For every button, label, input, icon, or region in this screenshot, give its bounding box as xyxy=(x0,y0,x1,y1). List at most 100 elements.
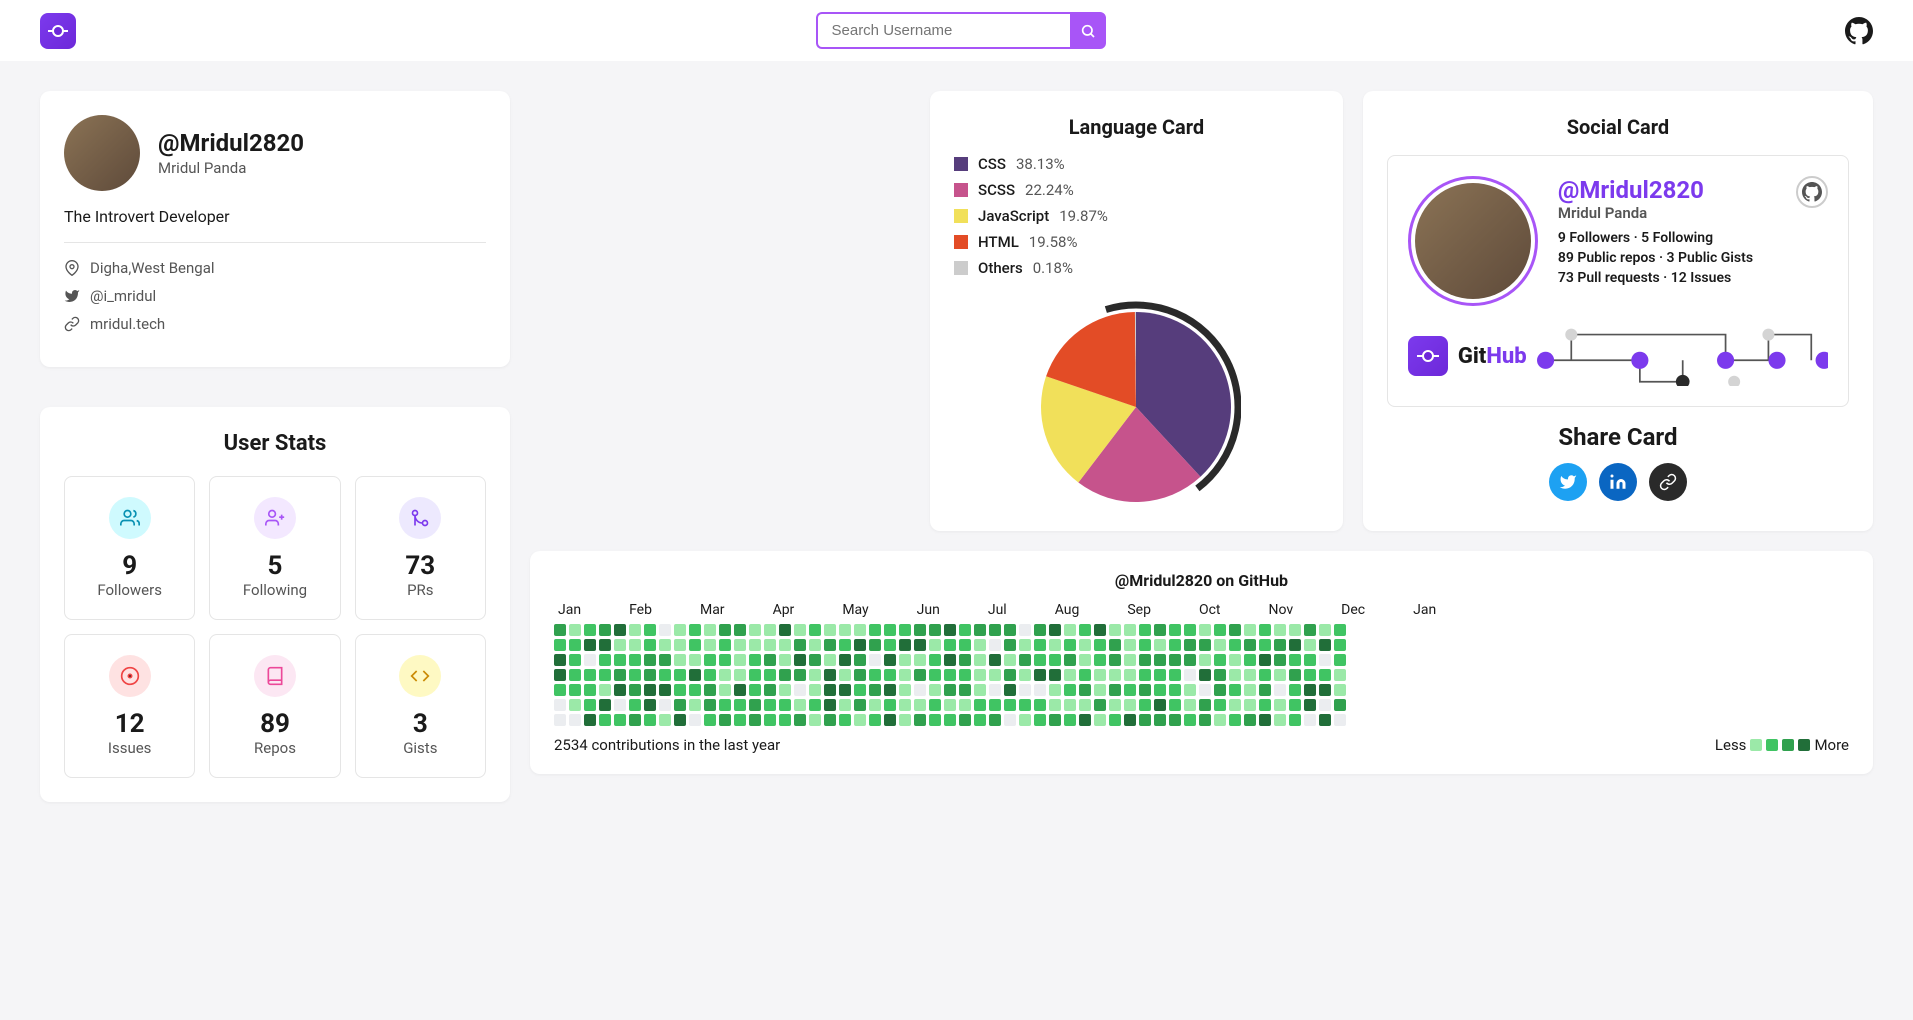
contrib-cell[interactable] xyxy=(1229,699,1241,711)
contrib-cell[interactable] xyxy=(659,654,671,666)
contrib-cell[interactable] xyxy=(944,669,956,681)
contrib-cell[interactable] xyxy=(1004,654,1016,666)
contrib-cell[interactable] xyxy=(1184,639,1196,651)
contrib-cell[interactable] xyxy=(704,639,716,651)
contrib-cell[interactable] xyxy=(869,699,881,711)
contrib-cell[interactable] xyxy=(569,714,581,726)
contrib-cell[interactable] xyxy=(674,714,686,726)
contrib-cell[interactable] xyxy=(689,624,701,636)
contrib-cell[interactable] xyxy=(1334,699,1346,711)
contrib-cell[interactable] xyxy=(554,684,566,696)
contrib-cell[interactable] xyxy=(854,639,866,651)
contrib-cell[interactable] xyxy=(929,654,941,666)
contrib-cell[interactable] xyxy=(1124,639,1136,651)
contrib-cell[interactable] xyxy=(764,714,776,726)
contrib-cell[interactable] xyxy=(749,699,761,711)
contrib-cell[interactable] xyxy=(914,624,926,636)
search-input[interactable] xyxy=(816,12,1070,49)
contrib-cell[interactable] xyxy=(1274,699,1286,711)
contrib-cell[interactable] xyxy=(899,669,911,681)
contrib-cell[interactable] xyxy=(1289,624,1301,636)
contrib-cell[interactable] xyxy=(1109,714,1121,726)
contrib-cell[interactable] xyxy=(1334,654,1346,666)
contrib-cell[interactable] xyxy=(569,654,581,666)
contrib-cell[interactable] xyxy=(614,624,626,636)
contrib-cell[interactable] xyxy=(779,624,791,636)
contrib-cell[interactable] xyxy=(1259,639,1271,651)
contrib-cell[interactable] xyxy=(899,684,911,696)
contrib-cell[interactable] xyxy=(1199,669,1211,681)
contrib-cell[interactable] xyxy=(659,669,671,681)
contrib-cell[interactable] xyxy=(884,669,896,681)
contrib-cell[interactable] xyxy=(989,684,1001,696)
contrib-cell[interactable] xyxy=(884,654,896,666)
contrib-cell[interactable] xyxy=(1259,714,1271,726)
contrib-cell[interactable] xyxy=(1214,684,1226,696)
contrib-cell[interactable] xyxy=(1139,669,1151,681)
contrib-cell[interactable] xyxy=(824,624,836,636)
contrib-cell[interactable] xyxy=(584,684,596,696)
contrib-cell[interactable] xyxy=(599,684,611,696)
contrib-cell[interactable] xyxy=(1064,699,1076,711)
contrib-cell[interactable] xyxy=(1064,669,1076,681)
contrib-cell[interactable] xyxy=(1259,684,1271,696)
contrib-cell[interactable] xyxy=(689,654,701,666)
contrib-cell[interactable] xyxy=(1274,714,1286,726)
contrib-cell[interactable] xyxy=(1109,669,1121,681)
contrib-cell[interactable] xyxy=(1259,699,1271,711)
contrib-cell[interactable] xyxy=(1139,684,1151,696)
contrib-cell[interactable] xyxy=(1109,654,1121,666)
contrib-cell[interactable] xyxy=(1244,699,1256,711)
contrib-cell[interactable] xyxy=(959,639,971,651)
contrib-cell[interactable] xyxy=(584,699,596,711)
contrib-cell[interactable] xyxy=(1199,714,1211,726)
contrib-cell[interactable] xyxy=(1124,714,1136,726)
contrib-cell[interactable] xyxy=(1154,714,1166,726)
contrib-cell[interactable] xyxy=(1244,639,1256,651)
contrib-cell[interactable] xyxy=(794,699,806,711)
share-twitter-button[interactable] xyxy=(1549,463,1587,501)
contrib-cell[interactable] xyxy=(599,714,611,726)
contrib-cell[interactable] xyxy=(974,654,986,666)
contrib-cell[interactable] xyxy=(1304,654,1316,666)
contrib-cell[interactable] xyxy=(1244,684,1256,696)
contrib-cell[interactable] xyxy=(929,669,941,681)
contrib-cell[interactable] xyxy=(764,624,776,636)
contrib-cell[interactable] xyxy=(614,669,626,681)
contrib-cell[interactable] xyxy=(584,714,596,726)
contrib-cell[interactable] xyxy=(974,624,986,636)
contrib-cell[interactable] xyxy=(1229,714,1241,726)
contrib-cell[interactable] xyxy=(1064,654,1076,666)
contrib-cell[interactable] xyxy=(1079,654,1091,666)
contrib-cell[interactable] xyxy=(944,714,956,726)
contrib-cell[interactable] xyxy=(719,714,731,726)
contrib-cell[interactable] xyxy=(824,684,836,696)
contrib-cell[interactable] xyxy=(569,624,581,636)
contrib-cell[interactable] xyxy=(809,684,821,696)
contrib-cell[interactable] xyxy=(1064,624,1076,636)
contrib-cell[interactable] xyxy=(1034,639,1046,651)
contrib-cell[interactable] xyxy=(974,714,986,726)
contrib-cell[interactable] xyxy=(704,714,716,726)
contrib-cell[interactable] xyxy=(659,684,671,696)
contrib-cell[interactable] xyxy=(839,654,851,666)
contrib-cell[interactable] xyxy=(1169,714,1181,726)
contrib-cell[interactable] xyxy=(764,654,776,666)
contrib-cell[interactable] xyxy=(1019,684,1031,696)
contrib-cell[interactable] xyxy=(1034,714,1046,726)
contrib-cell[interactable] xyxy=(1334,639,1346,651)
contrib-cell[interactable] xyxy=(1304,669,1316,681)
contrib-cell[interactable] xyxy=(809,654,821,666)
contrib-cell[interactable] xyxy=(779,714,791,726)
contrib-cell[interactable] xyxy=(554,714,566,726)
contrib-cell[interactable] xyxy=(809,639,821,651)
contrib-cell[interactable] xyxy=(1049,639,1061,651)
contrib-cell[interactable] xyxy=(1124,624,1136,636)
contrib-cell[interactable] xyxy=(1139,624,1151,636)
contrib-cell[interactable] xyxy=(614,639,626,651)
contrib-cell[interactable] xyxy=(929,699,941,711)
contrib-cell[interactable] xyxy=(1004,624,1016,636)
contrib-cell[interactable] xyxy=(749,714,761,726)
contrib-cell[interactable] xyxy=(1049,714,1061,726)
contrib-cell[interactable] xyxy=(719,669,731,681)
